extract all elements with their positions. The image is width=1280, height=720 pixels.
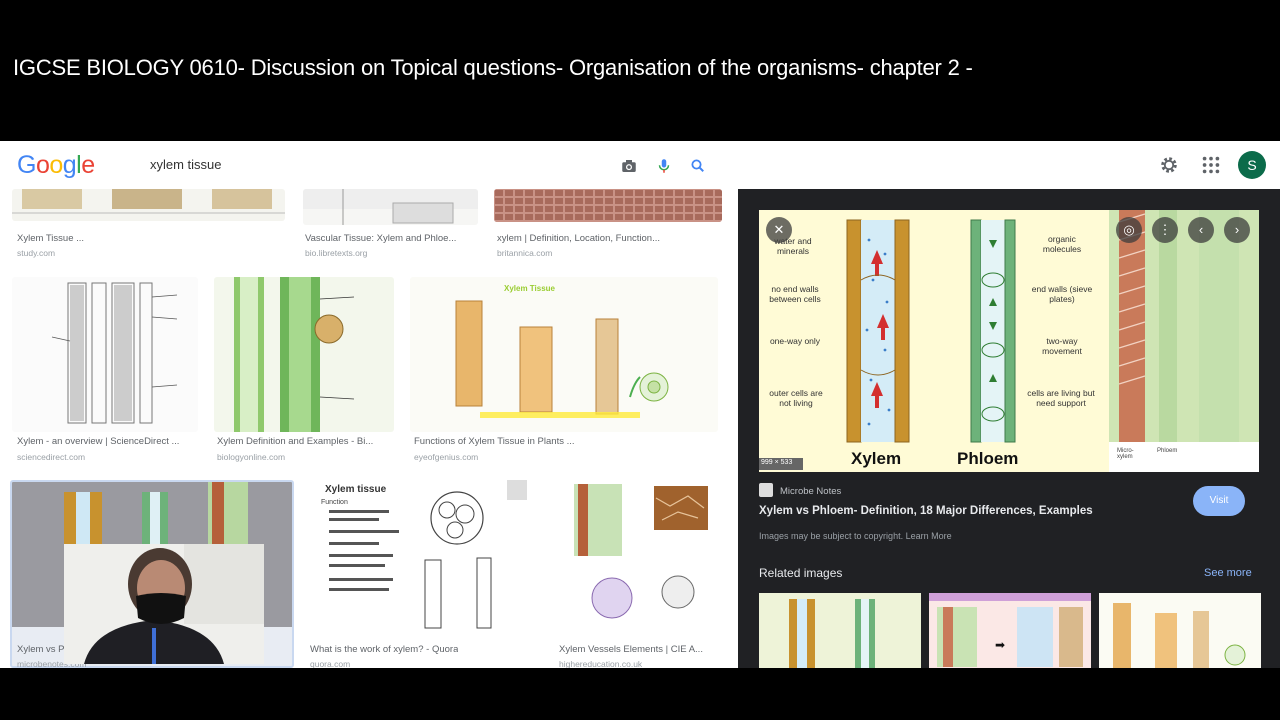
logo-letter: G	[17, 151, 36, 179]
result-image[interactable]: Xylem tissue Function	[307, 480, 535, 630]
lens-search-icon[interactable]: ◎	[1116, 217, 1142, 243]
label-right-4: cells are living but need support	[1027, 388, 1095, 408]
result-image[interactable]	[12, 277, 198, 432]
phloem-label: Phloem	[957, 449, 1018, 468]
google-header: Google S	[0, 141, 1280, 189]
related-image[interactable]: ➡	[929, 593, 1091, 668]
image-subheading: Function	[321, 499, 348, 506]
result-title[interactable]: Xylem Definition and Examples - Bi...	[217, 436, 373, 447]
video-title: IGCSE BIOLOGY 0610- Discussion on Topica…	[13, 55, 973, 80]
label-right-2: end walls (sieve plates)	[1031, 284, 1093, 304]
more-options-icon[interactable]: ⋮	[1152, 217, 1178, 243]
result-title[interactable]: Xylem Tissue ...	[17, 233, 84, 244]
image-preview-panel: Xylem Phloem water and minerals no end w…	[738, 189, 1280, 668]
webcam-overlay	[64, 544, 264, 664]
micrograph-label: Phloem	[1157, 448, 1178, 454]
search-box	[140, 149, 722, 183]
result-image[interactable]	[12, 189, 285, 221]
logo-letter: o	[49, 151, 63, 179]
svg-text:➡: ➡	[995, 638, 1005, 652]
result-site[interactable]: eyeofgenius.com	[414, 452, 478, 462]
label-left-2: no end walls between cells	[769, 284, 821, 304]
source-name[interactable]: Microbe Notes	[780, 486, 841, 497]
search-icon[interactable]	[689, 157, 707, 175]
account-avatar[interactable]: S	[1238, 151, 1266, 179]
label-left-4: outer cells are not living	[769, 388, 823, 408]
image-size-badge: 999 × 533	[761, 459, 793, 466]
bottom-letterbox	[0, 668, 1280, 720]
related-image[interactable]	[759, 593, 921, 668]
result-image[interactable]: Xylem Tissue	[410, 277, 718, 432]
result-site[interactable]: bio.libretexts.org	[305, 248, 367, 258]
label-right-3: two-way movement	[1042, 336, 1082, 356]
result-image[interactable]	[303, 189, 478, 225]
result-image[interactable]	[214, 277, 394, 432]
visit-button[interactable]: Visit	[1193, 486, 1245, 516]
result-title[interactable]: Xylem Vessels Elements | CIE A...	[559, 644, 703, 655]
image-label: Xylem Tissue	[504, 284, 556, 293]
result-title[interactable]: xylem | Definition, Location, Function..…	[497, 233, 660, 244]
xylem-label: Xylem	[851, 449, 901, 468]
logo-letter: e	[81, 151, 95, 179]
google-logo[interactable]: Google	[17, 151, 95, 180]
result-title[interactable]: What is the work of xylem? - Quora	[310, 644, 458, 655]
logo-letter: g	[62, 151, 77, 179]
result-title-link[interactable]: Xylem vs Phloem- Definition, 18 Major Di…	[759, 505, 1093, 517]
result-site[interactable]: britannica.com	[497, 248, 552, 258]
next-chevron-icon[interactable]: ›	[1224, 217, 1250, 243]
camera-icon[interactable]	[620, 157, 638, 175]
result-image[interactable]	[552, 480, 720, 630]
related-image[interactable]	[1099, 593, 1261, 668]
image-heading: Xylem tissue	[325, 484, 387, 495]
see-more-link[interactable]: See more	[1204, 567, 1252, 579]
preview-image[interactable]: Xylem Phloem water and minerals no end w…	[759, 210, 1259, 472]
apps-grid-icon[interactable]	[1200, 154, 1222, 176]
logo-letter: o	[35, 151, 50, 179]
label-right-1: organic molecules	[1042, 234, 1082, 254]
result-title[interactable]: Xylem - an overview | ScienceDirect ...	[17, 436, 179, 447]
result-site[interactable]: quora.com	[310, 659, 350, 668]
search-input[interactable]	[150, 157, 590, 172]
result-site[interactable]: highereducation.co.uk	[559, 659, 642, 668]
settings-gear-icon[interactable]	[1158, 154, 1180, 176]
copyright-note[interactable]: Images may be subject to copyright. Lear…	[759, 531, 952, 541]
result-title[interactable]: Vascular Tissue: Xylem and Phloe...	[305, 233, 456, 244]
result-site[interactable]: study.com	[17, 248, 55, 258]
previous-chevron-icon[interactable]: ‹	[1188, 217, 1214, 243]
result-site[interactable]: biologyonline.com	[217, 452, 285, 462]
label-left-3: one-way only	[769, 336, 821, 346]
close-icon[interactable]: ✕	[766, 217, 792, 243]
result-site[interactable]: sciencedirect.com	[17, 452, 85, 462]
result-title[interactable]: Functions of Xylem Tissue in Plants ...	[414, 436, 575, 447]
micrograph-label: Micro-xylem	[1117, 448, 1134, 460]
microphone-icon[interactable]	[655, 157, 673, 175]
site-favicon-icon	[759, 483, 773, 497]
result-image[interactable]	[494, 189, 722, 222]
related-images-heading: Related images	[759, 566, 843, 580]
